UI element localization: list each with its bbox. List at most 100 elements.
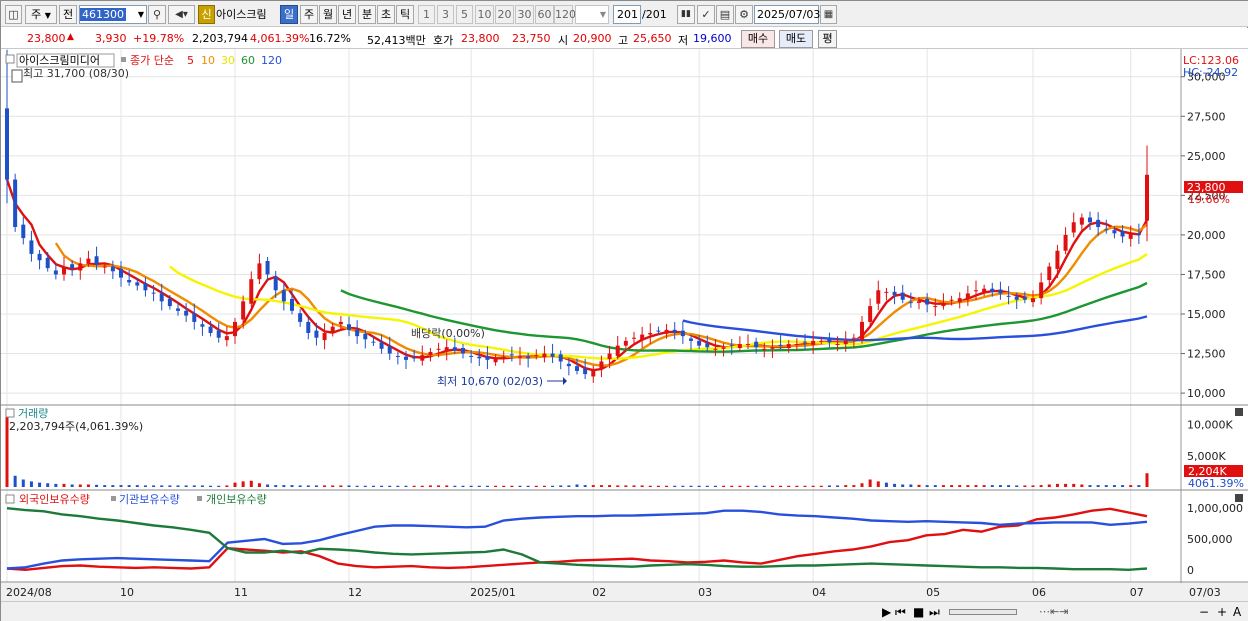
calendar-icon[interactable]: ▦ <box>820 5 837 24</box>
date-field[interactable]: 2025/07/03 <box>754 5 820 24</box>
date-tick-label: 10 <box>120 586 134 599</box>
candle-body <box>509 354 514 356</box>
candle-body <box>933 306 938 308</box>
candle-body <box>249 279 254 304</box>
period-minute[interactable]: 분 <box>358 5 376 24</box>
candle-body <box>273 276 278 291</box>
search-icon[interactable]: ⚲ <box>148 5 166 24</box>
volume-bar <box>542 485 546 487</box>
interval-3[interactable]: 3 <box>437 5 454 24</box>
volume-bar <box>1064 483 1068 487</box>
candle-body <box>599 361 604 370</box>
tool-icons[interactable]: ⋯⇤⇥ <box>1039 604 1068 620</box>
volume-bar <box>111 485 115 487</box>
prev-button[interactable]: 전 <box>59 5 77 24</box>
period-year[interactable]: 년 <box>338 5 356 24</box>
buy-button[interactable]: 매수 <box>741 30 775 48</box>
custom-interval-select[interactable]: ▼ <box>575 5 609 24</box>
candle-body <box>794 344 799 346</box>
volume-bar <box>852 485 856 487</box>
ma-legend-5: 5 <box>187 54 194 67</box>
zoom-in-icon[interactable]: + <box>1217 604 1227 620</box>
price-change-pct: +19.78% <box>133 32 185 45</box>
volume-bar <box>1121 485 1125 487</box>
candle-body <box>119 268 123 278</box>
interval-1[interactable]: 1 <box>418 5 435 24</box>
legend-marker <box>197 496 202 501</box>
pane-close-icon[interactable] <box>1235 408 1243 416</box>
candle-body <box>452 347 457 351</box>
pane-toggle-icon[interactable] <box>5 54 15 64</box>
high-price: 25,650 <box>633 32 672 45</box>
volume-bar <box>998 485 1002 487</box>
zoom-slider[interactable] <box>949 609 1017 615</box>
period-day[interactable]: 일 <box>280 5 298 24</box>
period-tick[interactable]: 틱 <box>396 5 414 24</box>
scroll-next-icon[interactable]: ⏭ <box>929 604 940 620</box>
candle-body <box>542 353 547 358</box>
interval-20[interactable]: 20 <box>495 5 514 24</box>
save-icon[interactable]: ▤ <box>716 5 734 24</box>
interval-30[interactable]: 30 <box>515 5 534 24</box>
sell-button[interactable]: 매도 <box>779 30 813 48</box>
draw-tool-icon[interactable]: ✓ <box>697 5 715 24</box>
candle-body <box>583 368 588 375</box>
market-select[interactable]: 주 ▼ <box>25 5 57 24</box>
count-field[interactable]: 201 <box>613 5 641 24</box>
period-month[interactable]: 월 <box>319 5 337 24</box>
volume-bar <box>298 485 302 487</box>
candle-body <box>575 366 579 371</box>
candle-body <box>640 334 645 341</box>
candle-body <box>965 293 970 299</box>
date-tick-label: 07 <box>1130 586 1144 599</box>
price-tick-label: 12,500 <box>1187 348 1226 361</box>
stock-code-field[interactable]: 461300 ▼ <box>79 5 147 24</box>
zoom-out-icon[interactable]: − <box>1199 604 1209 620</box>
candle-body <box>1063 234 1068 251</box>
interval-120[interactable]: 120 <box>554 5 576 24</box>
candle-body <box>338 321 343 325</box>
volume-bar <box>738 485 742 487</box>
gear-icon[interactable]: ⚙ <box>735 5 753 24</box>
candle-body <box>982 288 987 293</box>
trade-amount: 52,413백만 <box>367 34 426 47</box>
candle-body <box>1128 233 1133 239</box>
pane-close-icon[interactable] <box>1235 494 1243 502</box>
volume-bar <box>282 485 286 487</box>
pane-toggle-icon[interactable] <box>5 494 15 504</box>
interval-60[interactable]: 60 <box>535 5 554 24</box>
price-tick-label: 17,500 <box>1187 268 1226 281</box>
chart-area[interactable]: 10,00012,50015,00017,50020,00022,50025,0… <box>1 49 1248 601</box>
candle-body <box>689 338 693 341</box>
candle-body <box>143 283 148 291</box>
volume-bar <box>21 479 25 487</box>
volume-title: 거래량 <box>18 407 48 420</box>
period-week[interactable]: 주 <box>300 5 318 24</box>
candle-body <box>395 355 400 357</box>
candle-body <box>1136 233 1141 235</box>
volume-bar <box>241 481 245 487</box>
candle-body <box>843 340 848 345</box>
stop-icon[interactable]: ■ <box>913 604 924 620</box>
market-code: 주 <box>31 8 42 21</box>
interval-5[interactable]: 5 <box>456 5 473 24</box>
scroll-prev-icon[interactable]: ⏮ <box>895 604 906 620</box>
pane-toggle-icon[interactable] <box>5 408 15 418</box>
speaker-icon[interactable]: ◀▾ <box>168 5 195 24</box>
eval-button[interactable]: 평 <box>818 30 837 48</box>
window-icon[interactable]: ◫ <box>5 5 22 24</box>
interval-10[interactable]: 10 <box>475 5 494 24</box>
volume-bar <box>396 485 400 487</box>
volume-bar <box>135 485 139 487</box>
period-second[interactable]: 초 <box>377 5 395 24</box>
candle-body <box>1079 217 1084 225</box>
scroll-right-icon[interactable]: ▶ <box>882 604 891 620</box>
volume-bar <box>388 485 392 487</box>
volume-bar <box>844 485 848 487</box>
volume-bar <box>95 484 99 487</box>
font-size-icon[interactable]: A <box>1233 604 1241 620</box>
volume-bar <box>950 485 954 487</box>
volume-bar <box>1137 485 1141 487</box>
candle-icon[interactable]: ▮▮ <box>677 5 695 24</box>
current-pct-tag: 19.66% <box>1188 193 1230 206</box>
